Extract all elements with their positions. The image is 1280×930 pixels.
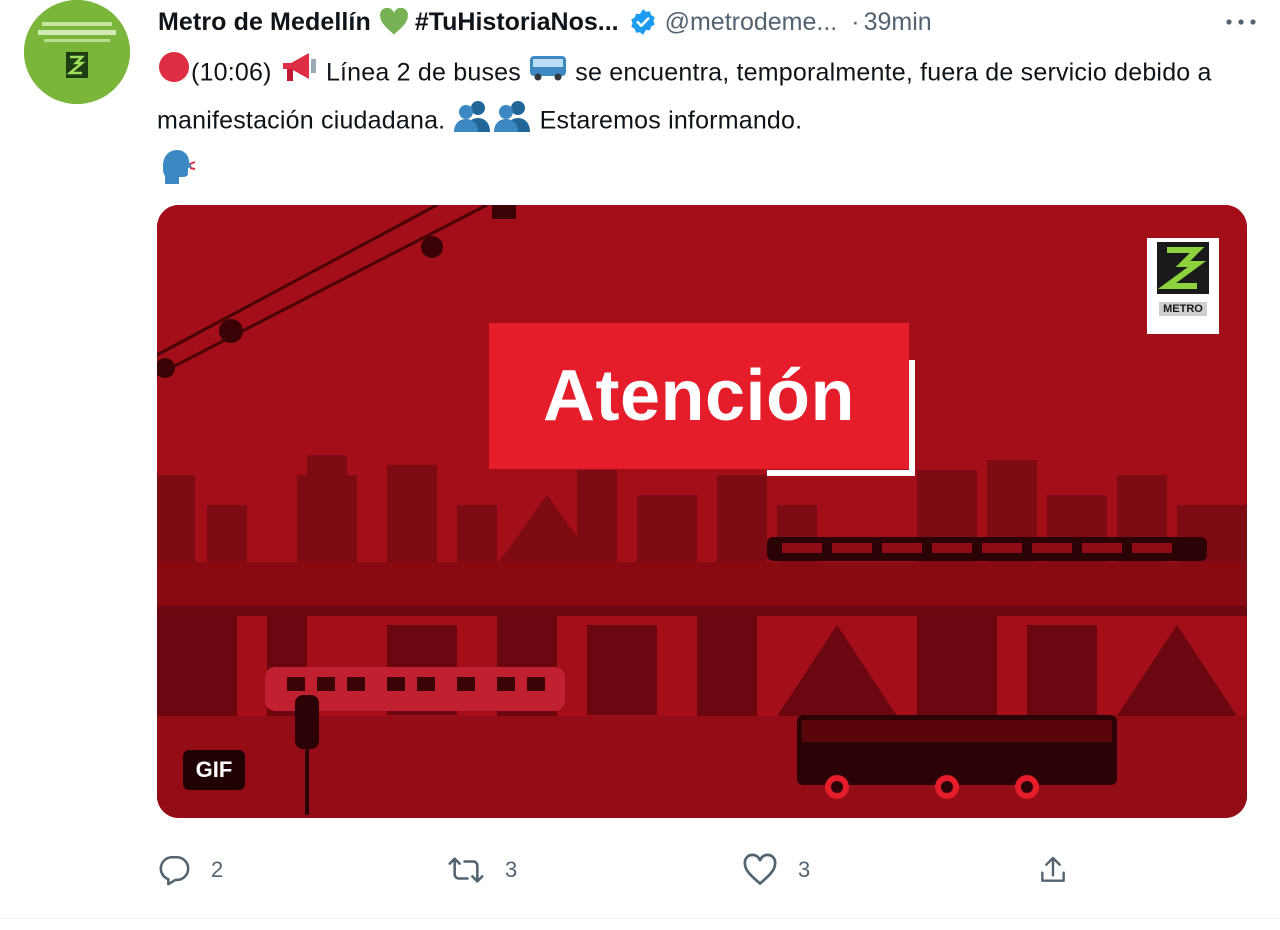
red-circle-icon [157, 50, 191, 98]
gif-badge: GIF [183, 750, 245, 790]
city-illustration [157, 205, 1247, 818]
bus-icon [528, 52, 568, 96]
more-icon[interactable] [1224, 2, 1258, 42]
line-a-text: Línea 2 de buses [325, 58, 521, 87]
separator-dot: · [851, 7, 860, 36]
handle[interactable]: @metrodeme... [665, 8, 838, 37]
metro-logo-mark [1157, 242, 1209, 294]
tweet-text: (10:06) Línea 2 de buses se encuentra, t… [157, 50, 1247, 198]
like-button[interactable]: 3 [742, 845, 810, 895]
tweet-actions: 2 3 3 [157, 845, 1247, 895]
avatar[interactable] [24, 0, 130, 104]
verified-icon [629, 8, 657, 36]
metro-logo: METRO [1147, 238, 1219, 334]
retweet-button[interactable]: 3 [447, 845, 517, 895]
green-heart-icon [379, 8, 409, 36]
line-c-text: Estaremos informando. [539, 106, 803, 135]
people-icon [492, 98, 532, 146]
timestamp[interactable]: 39min [864, 8, 932, 37]
banner-corner-accent [767, 360, 915, 476]
reply-count: 2 [211, 857, 224, 882]
reply-button[interactable]: 2 [157, 845, 223, 895]
time-prefix: (10:06) [191, 58, 272, 87]
people-icon [452, 98, 492, 146]
share-icon [1041, 856, 1065, 882]
reply-icon [159, 855, 190, 886]
tweet-header: Metro de Medellín #TuHistoriaNos... @met… [158, 2, 1258, 42]
retweet-icon [448, 857, 484, 883]
like-icon [743, 853, 777, 886]
tweet-divider [0, 918, 1280, 919]
metro-avatar-logo [24, 0, 130, 104]
like-count: 3 [798, 857, 811, 882]
display-name[interactable]: Metro de Medellín [158, 8, 371, 37]
display-name-hashtag[interactable]: #TuHistoriaNos... [415, 8, 619, 37]
metro-logo-text: METRO [1159, 302, 1207, 316]
speaking-head-icon [157, 146, 197, 198]
megaphone-icon [279, 51, 319, 97]
tweet-media-gif[interactable]: Atención METRO GIF [157, 205, 1247, 818]
retweet-count: 3 [505, 857, 518, 882]
share-button[interactable] [1037, 845, 1069, 895]
